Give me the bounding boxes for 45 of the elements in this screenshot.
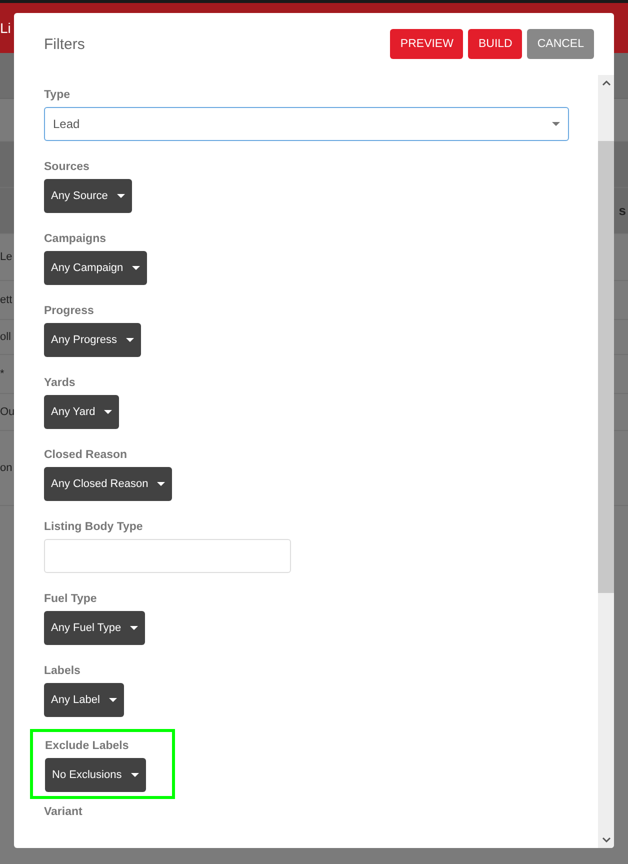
field-label: Exclude Labels: [45, 740, 129, 752]
table-cell: on: [0, 462, 12, 474]
scroll-down-icon[interactable]: [602, 837, 610, 843]
dropdown-button[interactable]: Any Campaign: [44, 251, 148, 285]
dropdown-button[interactable]: Any Fuel Type: [44, 611, 146, 645]
action-button[interactable]: PREVIEW: [390, 29, 464, 59]
caret-icon: [157, 482, 166, 486]
dropdown-button[interactable]: No Exclusions: [45, 758, 146, 792]
dropdown-button[interactable]: Any Progress: [44, 323, 142, 357]
column-header: s: [618, 203, 627, 218]
caret-icon: [130, 773, 139, 777]
table-cell: oll: [0, 331, 12, 343]
field-label: Variant: [44, 806, 82, 818]
field-label: Yards: [44, 377, 76, 389]
input-field[interactable]: [44, 539, 291, 573]
scroll-up-icon[interactable]: [602, 80, 610, 86]
dropdown-button[interactable]: Any Closed Reason: [44, 467, 172, 501]
scrollbar[interactable]: [598, 75, 614, 848]
dialog-title: Filters: [44, 36, 85, 52]
field-label: Type: [44, 89, 70, 101]
field-label: Closed Reason: [44, 449, 128, 461]
action-button[interactable]: BUILD: [468, 29, 522, 59]
field-label: Fuel Type: [44, 593, 97, 605]
caret-icon: [126, 338, 134, 342]
field-label: Labels: [44, 665, 80, 677]
caret-icon: [108, 698, 117, 702]
header-text: Li: [0, 20, 11, 36]
field-label: Listing Body Type: [44, 521, 143, 533]
dropdown-button[interactable]: Any Source: [44, 179, 132, 213]
type-select[interactable]: Lead: [44, 107, 569, 141]
table-cell: Le: [0, 251, 12, 263]
field-label: Campaigns: [44, 233, 106, 245]
field-label: Sources: [44, 161, 90, 173]
table-cell: *: [0, 368, 4, 380]
table-cell: Ou: [0, 406, 15, 418]
dropdown-button[interactable]: Any Label: [44, 683, 124, 717]
caret-icon: [132, 266, 140, 270]
caret-icon: [130, 626, 138, 630]
dropdown-button[interactable]: Any Yard: [44, 395, 120, 429]
caret-icon: [552, 122, 560, 126]
cancel-button[interactable]: CANCEL: [527, 29, 594, 59]
table-cell: ett: [0, 294, 12, 306]
field-label: Progress: [44, 305, 94, 317]
caret-icon: [104, 410, 112, 414]
caret-icon: [116, 194, 125, 198]
